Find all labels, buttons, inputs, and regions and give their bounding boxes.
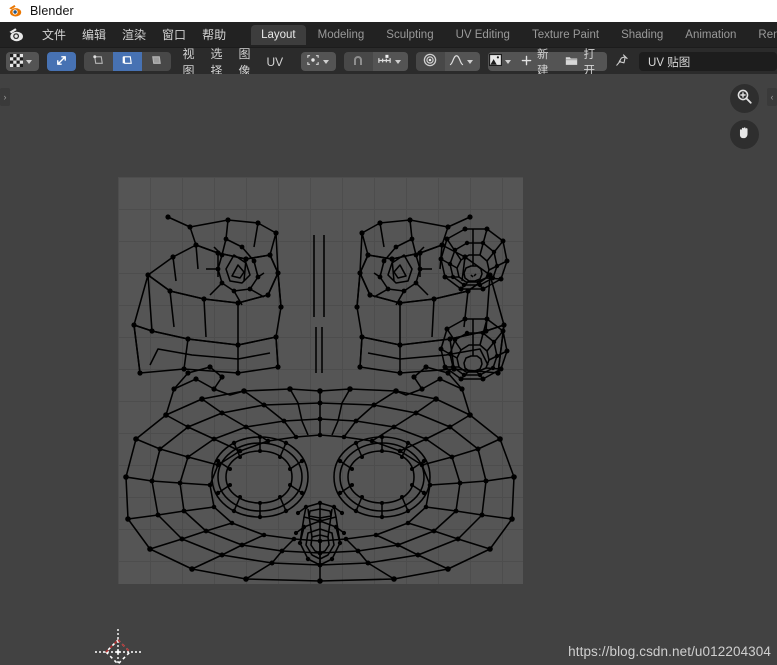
tab-uv-editing[interactable]: UV Editing <box>446 25 520 45</box>
image-datablock-group: 新建 打开 <box>487 49 607 77</box>
menu-edit[interactable]: 编辑 <box>74 23 114 46</box>
hand-pan-icon <box>736 124 753 146</box>
uv-sync-selection-icon <box>55 54 68 70</box>
zoom-in-icon <box>736 88 753 110</box>
viewport-gizmos <box>730 84 759 149</box>
edge-select-mode[interactable] <box>112 52 142 71</box>
blender-logo-icon <box>7 3 23 19</box>
vertex-select-mode[interactable] <box>83 52 113 71</box>
tab-modeling[interactable]: Modeling <box>308 25 375 45</box>
face-select-icon <box>150 54 163 70</box>
tab-texture-paint[interactable]: Texture Paint <box>522 25 609 45</box>
open-image-button[interactable]: 打开 <box>559 49 607 77</box>
pivot-point-group <box>300 52 336 71</box>
uv-map-name-field[interactable]: UV 贴图 <box>639 52 777 71</box>
pan-gizmo-button[interactable] <box>730 120 759 149</box>
2d-cursor-icon[interactable] <box>94 628 142 665</box>
toolbar-expand-toggle[interactable]: › <box>0 88 10 106</box>
editor-type-group <box>6 52 39 71</box>
chevron-down-icon <box>394 59 401 64</box>
blender-top-bar: 文件 编辑 渲染 窗口 帮助 Layout Modeling Sculpting… <box>0 22 777 47</box>
chevron-right-icon: › <box>3 92 7 102</box>
pivot-point-dropdown[interactable] <box>300 52 336 71</box>
sidebar-expand-toggle[interactable]: ‹ <box>767 88 777 106</box>
tab-sculpting[interactable]: Sculpting <box>376 25 443 45</box>
chevron-down-icon <box>26 59 32 64</box>
uv-mesh-wireframe[interactable] <box>118 177 523 584</box>
proportional-editing-icon <box>423 53 437 70</box>
editor-type-dropdown[interactable] <box>6 52 39 71</box>
os-title-bar: Blender <box>0 0 777 22</box>
menu-uv[interactable]: UV <box>258 53 291 71</box>
pivot-point-icon <box>306 54 320 69</box>
open-image-label: 打开 <box>583 48 595 77</box>
proportional-falloff-dropdown[interactable] <box>444 52 480 71</box>
snap-magnet-toggle[interactable] <box>343 52 373 71</box>
pin-icon <box>615 53 629 70</box>
menu-file[interactable]: 文件 <box>34 23 74 46</box>
face-select-mode[interactable] <box>141 52 171 71</box>
uv-viewport[interactable]: › ‹ https://blog.csdn.net/u012204304 <box>0 74 777 665</box>
chevron-down-icon <box>504 59 511 64</box>
proportional-editing-group <box>415 52 480 71</box>
new-image-label: 新建 <box>536 48 549 77</box>
blender-icon[interactable] <box>7 26 25 44</box>
vertex-select-icon <box>92 54 105 70</box>
tab-layout[interactable]: Layout <box>251 24 306 45</box>
tab-animation[interactable]: Animation <box>675 25 746 45</box>
chevron-left-icon: ‹ <box>770 92 774 102</box>
snapping-group <box>343 52 408 71</box>
blender-window: Blender 文件 编辑 渲染 窗口 帮助 Layout Modeling S… <box>0 0 777 665</box>
tab-rendering[interactable]: Rendering <box>748 25 777 45</box>
uv-sync-group <box>46 52 76 71</box>
chevron-down-icon <box>466 59 473 64</box>
uv-editor-icon <box>10 53 23 70</box>
menu-render[interactable]: 渲染 <box>114 23 154 46</box>
uv-sync-selection-toggle[interactable] <box>46 52 76 71</box>
uv-image-canvas[interactable] <box>118 177 523 584</box>
snap-target-dropdown[interactable] <box>372 52 408 71</box>
snap-magnet-icon <box>351 53 365 70</box>
zoom-gizmo-button[interactable] <box>730 84 759 113</box>
folder-icon <box>565 55 578 69</box>
tab-shading[interactable]: Shading <box>611 25 673 45</box>
image-browse-icon <box>488 54 502 69</box>
proportional-editing-toggle[interactable] <box>415 52 445 71</box>
chevron-down-icon <box>322 59 329 64</box>
new-image-button[interactable]: 新建 <box>514 49 560 77</box>
edge-select-icon <box>121 54 134 70</box>
workspace-tabs: Layout Modeling Sculpting UV Editing Tex… <box>250 22 777 47</box>
uv-editor-header: 视图 选择 图像 UV 新建 打开 UV 贴图 <box>0 47 777 78</box>
snap-target-icon <box>377 54 392 69</box>
uv-select-mode-group <box>83 52 171 71</box>
watermark-text: https://blog.csdn.net/u012204304 <box>568 644 771 659</box>
image-browse-dropdown[interactable] <box>487 52 515 71</box>
plus-icon <box>521 55 532 69</box>
window-title: Blender <box>30 4 74 18</box>
proportional-falloff-icon <box>449 54 464 69</box>
pin-image-toggle[interactable] <box>609 52 636 71</box>
